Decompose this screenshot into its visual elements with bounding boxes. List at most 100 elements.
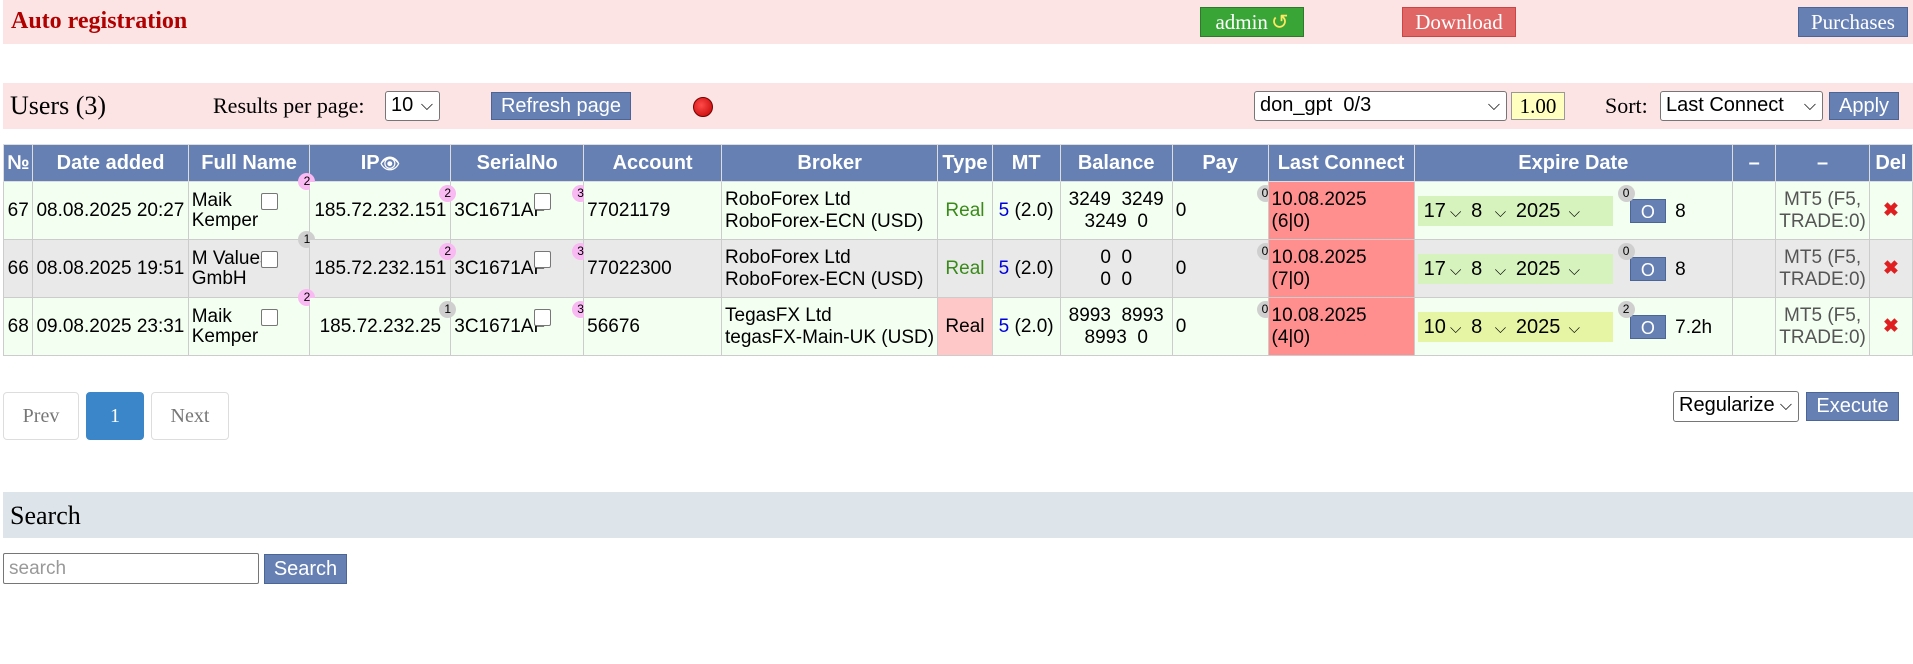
expire-date-select[interactable]: 10 ⌵ 8 ⌵ 2025 ⌵ [1417,311,1613,342]
serial-checkbox[interactable] [534,251,552,268]
row-ip: 185.72.232.151 [309,181,452,240]
col-type[interactable]: Type [937,144,993,182]
search-input[interactable]: search [3,553,259,584]
row-type: Real [937,181,993,240]
row-broker: TegasFX Ltd tegasFX-Main-UK (USD) [721,297,939,356]
row-serial: 3C1671AF 1 3 [439,297,590,356]
o-button[interactable]: O [1629,315,1666,340]
broker-server: tegasFX-Main-UK (USD) [725,326,935,348]
row-date-added: 08.08.2025 20:27 [32,181,189,240]
broker-name: RoboForex Ltd [725,246,851,268]
row-pay: 0 0 [1171,297,1274,356]
row-mt: 5 (2.0) [991,239,1061,298]
download-button[interactable]: Download [1402,7,1516,37]
balance-line-2: 8993 0 [1084,326,1148,348]
broker-name: TegasFX Ltd [725,304,832,326]
expire-count-badge: 0 [1617,185,1635,202]
table-row[interactable]: 66 08.08.2025 19:51 M Values GmbH 1 185.… [2,231,1913,298]
row-broker: RoboForex Ltd RoboForex-ECN (USD) [721,239,939,298]
col-date-added[interactable]: Date added [32,144,189,182]
search-button[interactable]: Search [264,554,347,584]
search-section: Search [3,492,1913,538]
row-balance: 8993 8993 8993 0 [1059,297,1173,356]
users-table: № Date added Full Name IP👁 SerialNo Acco… [2,144,1913,356]
expire-year: 2025 [1515,199,1561,222]
o-button[interactable]: O [1629,199,1666,224]
col-account[interactable]: Account [583,144,723,182]
chevron-down-icon: ⌵ [1482,203,1511,221]
account-select[interactable]: don_gpt 0/3 ⌵ [1254,91,1507,121]
col-balance[interactable]: Balance [1059,144,1173,182]
results-per-page-select[interactable]: 10 ⌵ [385,91,440,121]
page-1-button[interactable]: 1 [86,392,144,440]
row-balance: 0 0 0 0 [1059,239,1173,298]
name-line-1: Maik [191,189,232,211]
mt-version-link[interactable]: 5 [999,258,1010,279]
admin-button[interactable]: admin ↺ [1200,7,1304,37]
col-ip[interactable]: IP👁 [309,144,452,182]
row-no: 67 [2,181,34,240]
mt-build: (2.0) [1014,199,1054,221]
col-full-name[interactable]: Full Name [187,144,311,182]
next-page-button[interactable]: Next [151,392,229,440]
expire-extra: 7.2h [1675,316,1713,338]
name-line-1: Maik [191,305,232,327]
multiplier-field[interactable]: 1.00 [1511,92,1565,120]
execute-button[interactable]: Execute [1806,392,1899,421]
apply-button[interactable]: Apply [1829,92,1899,120]
row-broker: RoboForex Ltd RoboForex-ECN (USD) [721,181,939,240]
dash-icon: – [1748,151,1760,174]
prev-page-button[interactable]: Prev [3,392,79,440]
expire-date-select[interactable]: 17 ⌵ 8 ⌵ 2025 ⌵ [1417,195,1613,226]
purchases-button[interactable]: Purchases [1798,7,1908,37]
eye-icon[interactable]: 👁 [380,156,400,173]
row-type: Real [937,239,993,298]
serial-checkbox[interactable] [534,309,552,326]
mt-version-link[interactable]: 5 [999,316,1010,337]
refresh-page-button[interactable]: Refresh page [491,92,631,120]
mt-version-link[interactable]: 5 [999,200,1010,221]
expire-date-select[interactable]: 17 ⌵ 8 ⌵ 2025 ⌵ [1417,253,1613,284]
expire-day: 17 [1423,257,1446,280]
pay-value: 0 [1175,315,1187,337]
row-ip: 185.72.232.151 [309,239,452,298]
col-last-connect[interactable]: Last Connect [1267,144,1415,182]
name-checkbox[interactable] [260,309,278,326]
col-pay[interactable]: Pay [1171,144,1269,182]
col-expire-date[interactable]: Expire Date [1413,144,1734,182]
expire-day: 17 [1423,199,1446,222]
table-row[interactable]: 68 09.08.2025 23:31 Maik Kemper 2 185.72… [2,289,1913,356]
delete-icon[interactable]: ✖ [1868,297,1913,356]
name-checkbox[interactable] [260,251,278,268]
col-serial[interactable]: SerialNo [450,144,585,182]
col-ip-label: IP [360,151,380,174]
row-ip: 185.72.232.25 [309,297,452,356]
row-date-added: 09.08.2025 23:31 [32,297,189,356]
row-account: 77022300 [583,239,723,298]
col-del: Del [1868,144,1913,182]
o-button[interactable]: O [1629,257,1666,282]
bulk-action-select[interactable]: Regularize ⌵ [1673,391,1799,422]
chevron-down-icon: ⌵ [1445,261,1466,279]
sort-select[interactable]: Last Connect ⌵ [1660,91,1823,121]
delete-icon[interactable]: ✖ [1868,239,1913,298]
expire-year: 2025 [1515,257,1561,280]
name-line-2: GmbH [191,267,247,289]
row-extra-1 [1732,297,1777,356]
serial-checkbox[interactable] [534,193,552,210]
broker-server: RoboForex-ECN (USD) [725,268,924,290]
delete-icon[interactable]: ✖ [1868,181,1913,240]
pay-value: 0 [1175,257,1187,279]
table-row[interactable]: 67 08.08.2025 20:27 Maik Kemper 2 185.72… [2,173,1913,240]
col-no[interactable]: № [2,144,34,182]
col-mt[interactable]: MT [991,144,1061,182]
expire-year: 2025 [1515,315,1561,338]
balance-line-1: 8993 8993 [1068,304,1164,326]
expire-count-badge: 0 [1617,243,1635,260]
row-balance: 3249 3249 3249 0 [1059,181,1173,240]
name-checkbox[interactable] [260,193,278,210]
row-no: 66 [2,239,34,298]
row-account: 77021179 [583,181,723,240]
chevron-down-icon: ⌵ [1482,261,1511,279]
col-broker[interactable]: Broker [721,144,939,182]
